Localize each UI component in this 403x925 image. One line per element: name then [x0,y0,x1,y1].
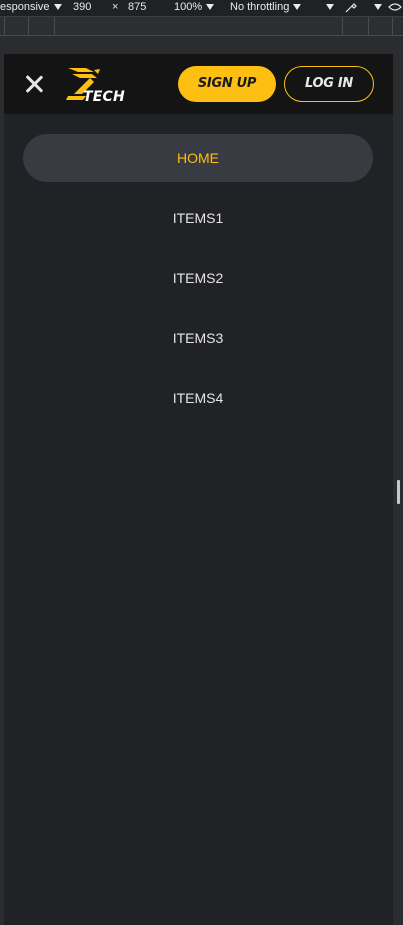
sign-up-button[interactable]: SIGN UP [178,66,276,102]
ruler-gap [0,36,403,54]
settings-dropdown[interactable] [370,0,382,14]
more-options-button[interactable] [322,0,334,14]
device-select[interactable]: esponsive [0,0,62,14]
ruler-tick [54,17,55,35]
zoom-label: 100% [174,1,203,13]
hide-icon[interactable] [388,0,402,16]
menu-item-items3[interactable]: ITEMS3 [23,314,373,362]
viewport-resize-handle[interactable] [397,480,400,504]
menu-item-home[interactable]: HOME [23,134,373,182]
menu-item-items4[interactable]: ITEMS4 [23,374,373,422]
site-logo[interactable]: TECH [64,66,134,104]
width-input[interactable]: 390 [73,0,91,14]
site-header: TECH SIGN UP LOG IN [4,54,393,114]
ruler-tick [28,17,29,35]
ruler [0,17,403,36]
ruler-tick [342,17,343,35]
height-input[interactable]: 875 [128,0,146,14]
chevron-down-icon [53,4,62,11]
eyedropper-icon[interactable] [344,0,358,16]
close-menu-button[interactable] [22,72,46,96]
menu-item-items2[interactable]: ITEMS2 [23,254,373,302]
throttling-label: No throttling [230,1,290,13]
ruler-tick [368,17,369,35]
zoom-select[interactable]: 100% [174,0,215,14]
logo-text: TECH [83,89,125,105]
ruler-tick [392,17,393,35]
log-in-button[interactable]: LOG IN [284,66,374,102]
menu-item-items1[interactable]: ITEMS1 [23,194,373,242]
chevron-down-icon [326,4,334,11]
ruler-tick [4,17,5,35]
devtools-toolbar: esponsive 390 × 875 100% No throttling [0,0,403,17]
device-label: esponsive [0,1,50,13]
chevron-down-icon [374,4,382,11]
chevron-down-icon [206,4,215,11]
chevron-down-icon [293,4,302,11]
throttling-select[interactable]: No throttling [230,0,302,14]
device-viewport: TECH SIGN UP LOG IN HOME ITEMS1 ITEMS2 I… [4,54,393,925]
times-sign: × [112,1,119,13]
